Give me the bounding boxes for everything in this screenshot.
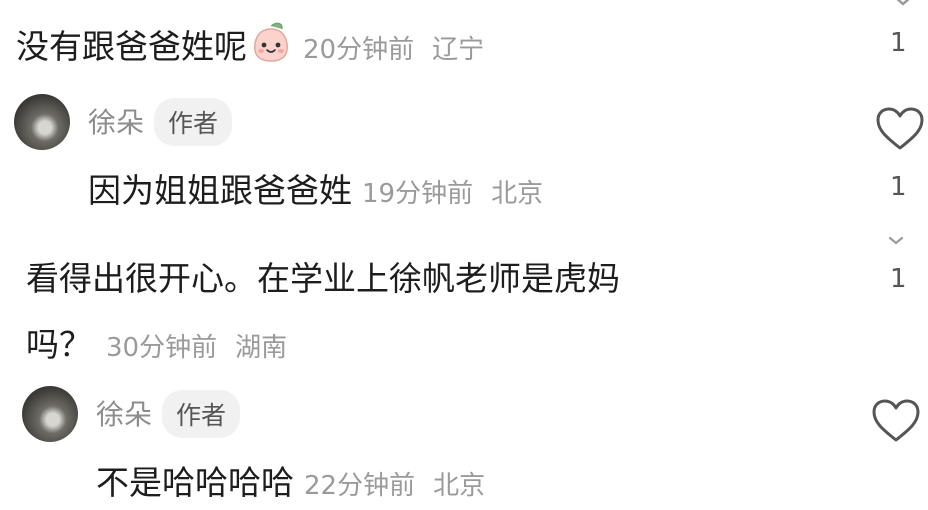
like-count: 1 xyxy=(890,172,907,202)
comment-4: 不是哈哈哈哈 22分钟前 北京 xyxy=(96,456,485,504)
like-count: 1 xyxy=(890,28,907,58)
comment-time: 30分钟前 xyxy=(106,333,218,363)
author-badge: 作者 xyxy=(162,390,241,438)
comment-location: 湖南 xyxy=(235,333,288,363)
heart-outline-icon[interactable] xyxy=(870,398,922,444)
avatar[interactable] xyxy=(14,94,70,150)
comment-time: 22分钟前 xyxy=(304,471,416,501)
author-badge: 作者 xyxy=(154,98,233,146)
comment-text-line1: 看得出很开心。在学业上徐帆老师是虎妈 xyxy=(26,259,620,298)
author-name[interactable]: 徐朵 xyxy=(88,101,144,141)
comment-location: 北京 xyxy=(433,471,486,501)
like-count: 1 xyxy=(890,264,907,294)
comment-2: 因为姐姐跟爸爸姓 19分钟前 北京 xyxy=(88,164,543,212)
avatar[interactable] xyxy=(22,386,78,442)
comment-3: 看得出很开心。在学业上徐帆老师是虎妈 吗？ 30分钟前 湖南 xyxy=(26,252,620,366)
comment-time: 20分钟前 xyxy=(303,35,415,65)
chevron-down-icon[interactable] xyxy=(892,0,914,8)
comment-text: 没有跟爸爸姓呢 xyxy=(16,27,247,66)
comment-time: 19分钟前 xyxy=(362,179,474,209)
comment-text-line2: 吗？ xyxy=(26,325,92,364)
heart-outline-icon[interactable] xyxy=(874,106,926,152)
comment-1: 没有跟爸爸姓呢 20分钟前 辽宁 xyxy=(16,14,484,68)
peach-face-emoji xyxy=(249,20,293,68)
author-row: 徐朵 作者 xyxy=(88,98,233,146)
author-row: 徐朵 作者 xyxy=(96,390,241,438)
comment-text: 不是哈哈哈哈 xyxy=(96,463,294,502)
comment-location: 辽宁 xyxy=(432,35,485,65)
chevron-down-icon[interactable] xyxy=(888,236,904,246)
comment-location: 北京 xyxy=(491,179,544,209)
comment-text: 因为姐姐跟爸爸姓 xyxy=(88,171,352,210)
author-name[interactable]: 徐朵 xyxy=(96,393,152,433)
